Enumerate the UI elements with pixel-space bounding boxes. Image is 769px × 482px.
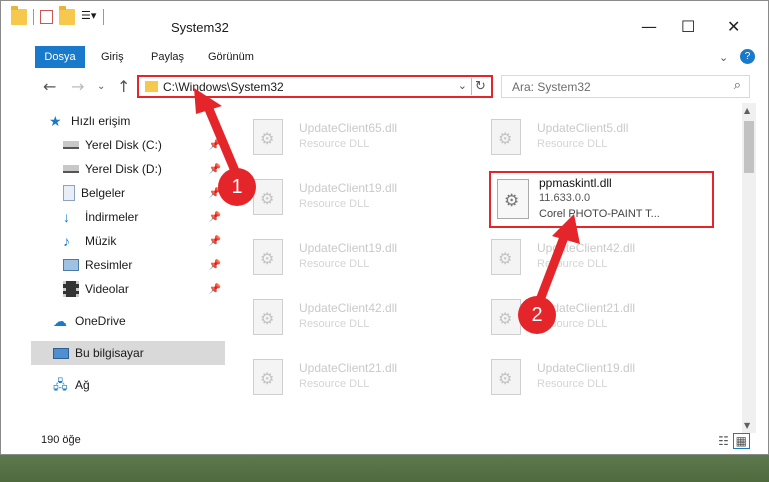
step-badge-1: 1: [218, 168, 256, 206]
arrow-1-shaft: [201, 100, 243, 180]
arrow-2-head: [552, 214, 580, 244]
arrow-1-head: [194, 88, 222, 114]
arrow-2-shaft: [535, 230, 571, 302]
step-badge-2: 2: [518, 296, 556, 334]
annotation-arrows: [194, 88, 580, 302]
